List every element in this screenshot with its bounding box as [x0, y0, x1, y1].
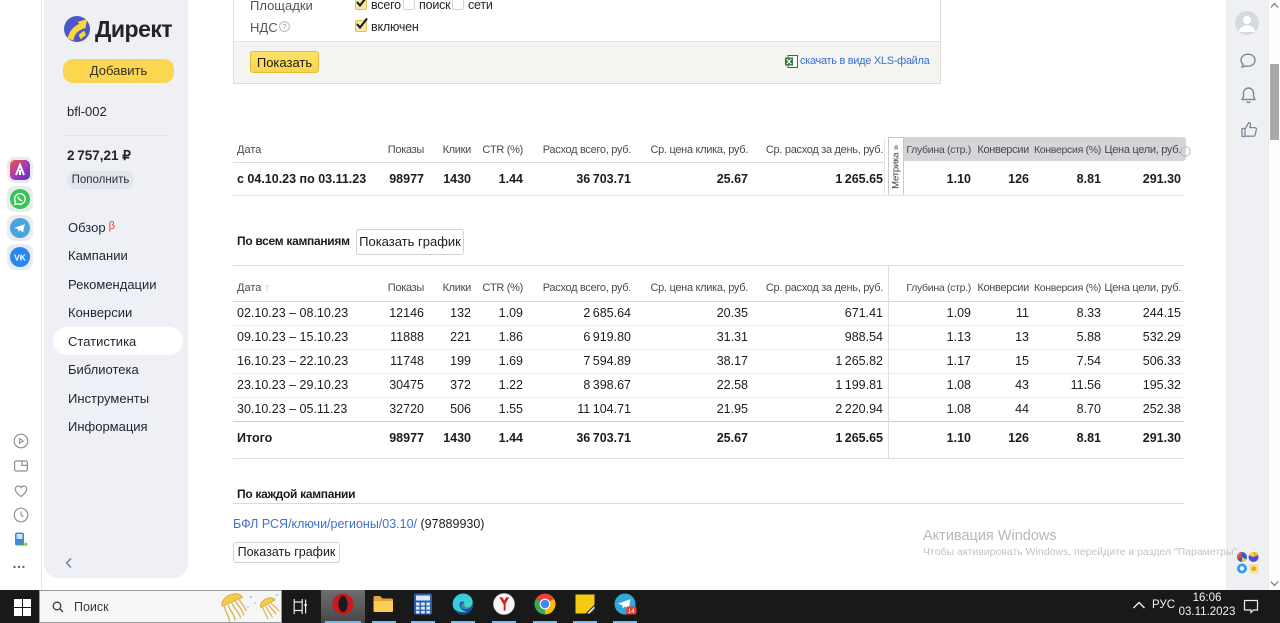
svg-text:VK: VK — [14, 252, 26, 262]
svg-text:?: ? — [282, 22, 286, 31]
svg-text:14: 14 — [628, 608, 635, 615]
